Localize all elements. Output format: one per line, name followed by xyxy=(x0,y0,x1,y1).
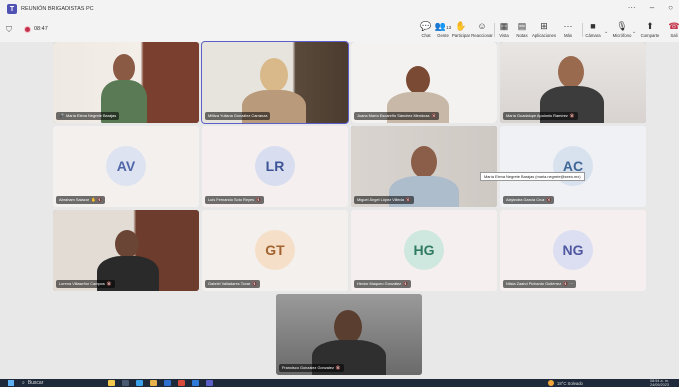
weather-widget[interactable]: 18°C Soleado xyxy=(548,380,583,386)
participant-tile[interactable]: NG Nilsia Zaahd Pichardo Gutiérrez 🔇 ··· xyxy=(500,210,646,291)
hand-raised-icon: ✋ 🔇 xyxy=(91,197,103,202)
leave-button[interactable]: ☎ Sali xyxy=(664,21,679,41)
mic-off-icon: 🔇 xyxy=(405,197,411,202)
avatar: AV xyxy=(106,146,146,186)
mic-off-icon: 🔇 xyxy=(252,281,258,286)
meeting-timer: 08:47 xyxy=(34,26,48,32)
recording-icon xyxy=(24,26,31,33)
participant-name-tag: Luis Fernando Soto Reyes 🔇 xyxy=(205,196,265,204)
people-icon: 👥 xyxy=(434,21,447,31)
mic-off-icon: 🔇 xyxy=(335,365,341,370)
participant-name-tag: Alejandra García Cruz 🔇 xyxy=(503,196,555,204)
notes-icon: ▤ xyxy=(517,21,527,31)
sun-icon xyxy=(548,380,554,386)
avatar: NG xyxy=(553,230,593,270)
avatar: LR xyxy=(255,146,295,186)
participant-tooltip: María Elena Negrete Barajas (maria.negre… xyxy=(480,172,585,181)
mic-off-icon: 🔇 xyxy=(569,113,575,118)
smile-icon: ☺ xyxy=(477,21,487,31)
teams-icon[interactable] xyxy=(206,380,213,386)
minimize-icon[interactable]: – xyxy=(650,3,654,12)
video-stage: 🎤 María Elena Negrete Barajas Militza Yul… xyxy=(0,41,679,379)
participant-tile[interactable]: Juana María Escareño Sánchez Mendoza 🔇 xyxy=(351,42,497,123)
microphone-icon: 🎙 xyxy=(616,21,628,31)
person-head xyxy=(113,54,135,82)
system-clock[interactable]: 08:54 a. m. 24/09/2023 xyxy=(650,379,669,387)
word-icon[interactable] xyxy=(192,380,199,386)
hand-icon: ✋ xyxy=(455,21,467,31)
shield-icon[interactable]: ⛉ xyxy=(6,25,12,35)
participant-tile[interactable]: AC Alejandra García Cruz 🔇 xyxy=(500,126,646,207)
avatar: HG xyxy=(404,230,444,270)
participant-tile[interactable]: Lorena Villaseñor Campos 🔇 xyxy=(53,210,199,291)
mic-off-icon: 🔇 xyxy=(106,281,112,286)
windows-taskbar: ⌕ Buscar 18°C Soleado 08:54 a. m. 24/09/2… xyxy=(0,379,679,387)
participant-tile[interactable]: LR Luis Fernando Soto Reyes 🔇 xyxy=(202,126,348,207)
apps-icon: ⊞ xyxy=(540,21,548,31)
outlook-icon[interactable] xyxy=(164,380,171,386)
participant-tile[interactable]: Miguel Ángel López Villeda 🔇 xyxy=(351,126,497,207)
taskbar-apps xyxy=(108,380,213,386)
share-icon: ⬆ xyxy=(646,21,654,31)
mic-off-icon: 🔇 xyxy=(403,281,409,286)
task-view-icon[interactable] xyxy=(122,380,129,386)
participant-name-tag: 🎤 María Elena Negrete Barajas xyxy=(56,112,120,120)
ellipsis-icon: ··· xyxy=(563,21,573,31)
phone-hangup-icon: ☎ xyxy=(668,21,679,31)
participant-name-tag: Gabriel Valladares Tovar 🔇 xyxy=(205,280,261,288)
person-head xyxy=(334,310,362,344)
sparkle-icon[interactable] xyxy=(108,380,115,386)
title-bar: T REUNIÓN BRIGADISTAS PC ··· – ○ xyxy=(0,0,679,18)
avatar: GT xyxy=(255,230,295,270)
participant-tile[interactable]: Militza Yuliana González Carranza xyxy=(201,41,349,124)
mic-off-icon: 🔇 xyxy=(256,197,262,202)
folder-icon[interactable] xyxy=(150,380,157,386)
mic-icon: 🎤 xyxy=(59,113,64,118)
mic-off-icon: 🔇 ··· xyxy=(563,281,574,286)
participant-tile[interactable]: AV Abraham Salazar ✋ 🔇 xyxy=(53,126,199,207)
teams-app-icon: T xyxy=(7,4,17,14)
camera-icon: ■ xyxy=(590,21,596,31)
maximize-icon[interactable]: ○ xyxy=(668,3,673,12)
participant-tile[interactable]: GT Gabriel Valladares Tovar 🔇 xyxy=(202,210,348,291)
participant-tile[interactable]: Francisco Gonzalez Gonzalez 🔇 xyxy=(276,294,422,375)
window-controls: ··· – ○ xyxy=(628,3,673,12)
participant-name-tag: Nilsia Zaahd Pichardo Gutiérrez 🔇 ··· xyxy=(503,280,577,288)
participant-tile[interactable]: 🎤 María Elena Negrete Barajas xyxy=(53,42,199,123)
search-icon: ⌕ xyxy=(22,380,25,386)
participant-name-tag: Francisco Gonzalez Gonzalez 🔇 xyxy=(279,364,344,372)
share-button[interactable]: ⬆ Comparte xyxy=(635,21,665,41)
person-head xyxy=(115,230,139,258)
taskbar-search[interactable]: ⌕ Buscar xyxy=(22,380,43,386)
more-options-icon[interactable]: ··· xyxy=(628,3,636,12)
mic-off-icon: 🔇 xyxy=(431,113,437,118)
person-head xyxy=(558,56,584,88)
participant-name-tag: Juana María Escareño Sánchez Mendoza 🔇 xyxy=(354,112,440,120)
person-head xyxy=(406,66,430,94)
window-title: REUNIÓN BRIGADISTAS PC xyxy=(21,6,94,12)
participant-tile[interactable]: HG Hector Maqueo González 🔇 xyxy=(351,210,497,291)
person-head xyxy=(411,146,437,178)
person-head xyxy=(260,58,288,92)
participant-name-tag: María Guadalupe Apolonio Ramírez 🔇 xyxy=(503,112,578,120)
participant-tile[interactable]: María Guadalupe Apolonio Ramírez 🔇 xyxy=(500,42,646,123)
windows-start-icon[interactable] xyxy=(8,380,14,386)
participant-name-tag: Miguel Ángel López Villeda 🔇 xyxy=(354,196,414,204)
meeting-toolbar: ⛉ 08:47 💬 Chat 👥13 Gente ✋ Participar ☺ … xyxy=(0,18,679,42)
mic-off-icon: 🔇 xyxy=(546,197,552,202)
participant-name-tag: Hector Maqueo González 🔇 xyxy=(354,280,412,288)
participant-name-tag: Abraham Salazar ✋ 🔇 xyxy=(56,196,106,204)
participant-name-tag: Militza Yuliana González Carranza xyxy=(205,112,271,120)
participant-name-tag: Lorena Villaseñor Campos 🔇 xyxy=(56,280,115,288)
chrome-icon[interactable] xyxy=(178,380,185,386)
edge-icon[interactable] xyxy=(136,380,143,386)
